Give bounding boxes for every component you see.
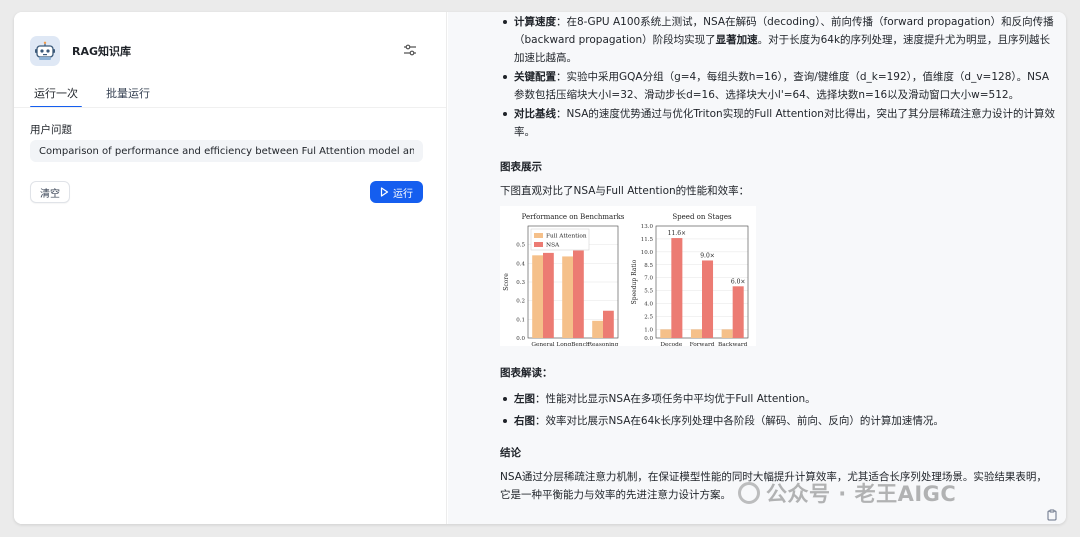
list-item: 对比基线：NSA的速度优势通过与优化Triton实现的Full Attentio… [500, 105, 1056, 141]
y-tick-label: 1.0 [644, 327, 653, 333]
run-button-label: 运行 [393, 188, 413, 200]
tab-batch-run[interactable]: 批量运行 [102, 82, 154, 108]
tab-run-once[interactable]: 运行一次 [30, 82, 82, 108]
x-tick-label: Forward [690, 342, 715, 346]
y-tick-label: 4.0 [644, 302, 653, 308]
data-label: 11.6× [668, 230, 686, 237]
bar-full-attention [532, 255, 543, 338]
y-axis-label: Speedup Ratio [631, 259, 638, 304]
chart-heading: 图表展示 [500, 161, 542, 173]
bar-nsa [702, 260, 714, 338]
run-mode-tabs: 运行一次 批量运行 [30, 82, 174, 108]
y-tick-label: 7.0 [644, 276, 653, 282]
chart-intro: 下图直观对比了NSA与Full Attention的性能和效率： [500, 185, 750, 197]
x-tick-label: LongBench [556, 342, 589, 346]
settings-sliders-icon[interactable] [402, 42, 418, 58]
conclusion-heading: 结论 [500, 447, 521, 459]
bar-full-attention [592, 320, 603, 338]
bar-nsa [603, 310, 614, 338]
y-tick-label: 2.5 [644, 314, 653, 320]
legend-swatch [534, 233, 543, 238]
tabs-divider [14, 107, 446, 108]
list-item: 计算速度：在8-GPU A100系统上测试，NSA在解码（decoding）、前… [500, 13, 1056, 67]
app-window: RAG知识库 运行一次 批量运行 用户问题 清空 运行 [14, 12, 1066, 524]
y-tick-label: 0.0 [516, 336, 525, 342]
robot-icon [30, 36, 60, 66]
x-tick-label: Backward [718, 342, 748, 346]
question-label: 用户问题 [30, 124, 72, 136]
x-tick-label: Decode [660, 342, 683, 346]
bar-nsa [732, 286, 744, 338]
benchmark-figure-svg: Performance on Benchmarks 0.0 0.1 0.2 0.3 0.4… [503, 213, 749, 348]
y-tick-label: 0.1 [516, 317, 525, 323]
list-item: 左图：性能对比显示NSA在多项任务中平均优于Full Attention。 [500, 390, 1056, 408]
app-title: RAG知识库 [72, 45, 132, 58]
run-button[interactable]: 运行 [370, 181, 423, 203]
app-header: RAG知识库 [30, 36, 131, 66]
question-input[interactable] [30, 140, 423, 162]
y-tick-label: 0.4 [516, 261, 525, 267]
y-tick-label: 8.5 [644, 263, 653, 269]
data-label: 6.0× [731, 278, 746, 285]
bar-full-attention [721, 329, 733, 338]
y-tick-label: 0.3 [516, 280, 525, 286]
x-tick-label: General [531, 342, 554, 346]
bar-full-attention [660, 329, 672, 338]
y-tick-label: 13.0 [641, 224, 654, 230]
y-tick-label: 0.2 [516, 299, 525, 305]
y-tick-label: 5.5 [644, 289, 653, 295]
legend-entry: Full Attention [546, 234, 587, 240]
legend-swatch [534, 242, 543, 247]
interpretation-heading: 图表解读： [500, 367, 553, 379]
interpretation-bullets: 左图：性能对比显示NSA在多项任务中平均优于Full Attention。 右图… [500, 390, 1056, 430]
chart-title: Performance on Benchmarks [522, 213, 625, 221]
copy-icon[interactable] [1046, 506, 1058, 521]
bar-nsa [671, 238, 683, 338]
x-tick-label: Reasoning [588, 342, 619, 346]
input-panel: RAG知识库 运行一次 批量运行 用户问题 清空 运行 [14, 12, 447, 524]
conclusion-text: NSA通过分层稀疏注意力机制，在保证模型性能的同时大幅提升计算效率，尤其适合长序… [500, 471, 1047, 501]
y-tick-label: 0.5 [516, 243, 525, 249]
list-item: 右图：效率对比展示NSA在64k长序列处理中各阶段（解码、前向、反向）的计算加速… [500, 412, 1056, 430]
play-icon [380, 187, 389, 197]
y-tick-label: 10.0 [641, 250, 654, 256]
legend-entry: NSA [546, 243, 560, 249]
y-axis-label: Score [503, 273, 510, 291]
result-panel: 计算速度：在8-GPU A100系统上测试，NSA在解码（decoding）、前… [448, 12, 1066, 524]
benchmark-figure: Performance on Benchmarks 0.0 0.1 0.2 0.3 0.4… [500, 206, 756, 348]
list-item: 关键配置：实验中采用GQA分组（g=4，每组头数h=16），查询/键维度（d_k… [500, 68, 1056, 104]
y-tick-label: 11.5 [641, 237, 654, 243]
result-bullets-top: 计算速度：在8-GPU A100系统上测试，NSA在解码（decoding）、前… [500, 13, 1056, 141]
bar-nsa [543, 252, 554, 338]
bar-full-attention [562, 256, 573, 338]
data-label: 9.0× [700, 252, 715, 259]
clear-button[interactable]: 清空 [30, 181, 70, 203]
bar-nsa [573, 250, 584, 338]
chart-title: Speed on Stages [672, 213, 732, 221]
bar-full-attention [690, 329, 702, 338]
y-tick-label: 0.0 [644, 336, 653, 342]
